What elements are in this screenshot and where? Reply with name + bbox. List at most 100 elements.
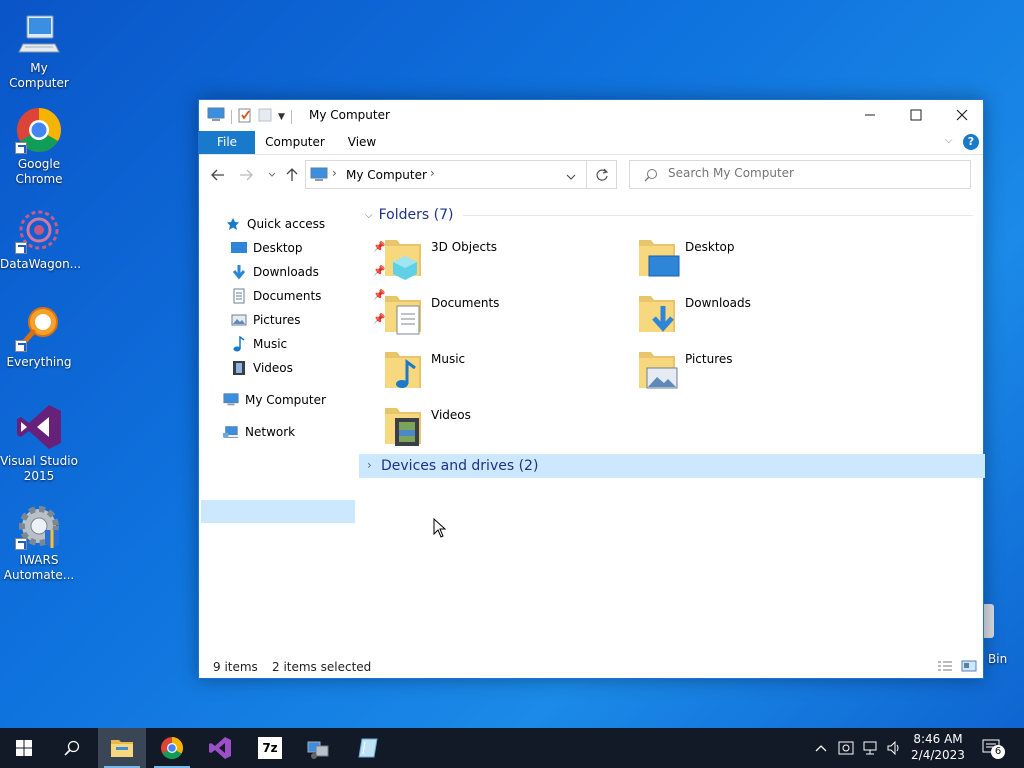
mouse-cursor-icon	[433, 517, 447, 541]
nav-item-label: Music	[253, 337, 288, 351]
desktop-icon-datawagon[interactable]: DataWagon...	[0, 206, 82, 272]
tab-file[interactable]: File	[199, 131, 255, 154]
desktop-icon-label: My Computer	[9, 61, 69, 90]
breadcrumb-chevron-icon[interactable]: ›	[332, 166, 337, 180]
folder-label: Videos	[431, 408, 471, 422]
folder-label: 3D Objects	[431, 240, 498, 254]
folder-downloads[interactable]: Downloads	[637, 292, 877, 342]
desktop-icon-google-chrome[interactable]: Google Chrome	[0, 106, 78, 187]
taskbar-file-explorer[interactable]	[98, 728, 146, 768]
taskbar-7zip[interactable]: 7z	[246, 728, 294, 768]
taskbar-chrome[interactable]	[148, 728, 196, 768]
computer-icon	[207, 107, 225, 126]
new-folder-icon[interactable]	[258, 107, 272, 126]
taskbar-app[interactable]	[344, 728, 392, 768]
address-bar[interactable]: › My Computer ›	[305, 160, 587, 189]
folder-videos[interactable]: Videos	[383, 404, 623, 454]
nav-item-desktop[interactable]: Desktop 📌	[231, 237, 385, 259]
folder-label: Desktop	[685, 240, 735, 254]
taskbar-clock[interactable]: 8:46 AM 2/4/2023	[906, 731, 970, 763]
taskbar-search-button[interactable]	[48, 728, 96, 768]
status-item-count: 9 items	[213, 660, 258, 674]
nav-item-my-computer[interactable]: My Computer	[223, 389, 326, 411]
up-arrow-icon[interactable]	[283, 166, 301, 184]
minimize-button[interactable]	[847, 100, 893, 130]
expand-ribbon-icon[interactable]: ⌵	[945, 135, 953, 146]
breadcrumb-chevron-icon[interactable]: ›	[430, 166, 435, 180]
start-button[interactable]	[0, 728, 48, 768]
3d-objects-folder-icon	[383, 236, 427, 280]
notifications-icon: 6	[982, 739, 1005, 759]
shortcut-arrow-icon	[15, 340, 27, 352]
folder-label: Documents	[431, 296, 500, 310]
tab-view[interactable]: View	[337, 131, 387, 154]
taskbar-network-tool[interactable]	[294, 728, 342, 768]
nav-item-downloads[interactable]: Downloads 📌	[231, 261, 385, 283]
large-icons-view-icon[interactable]	[961, 660, 977, 675]
desktop-icon-my-computer[interactable]: My Computer	[0, 10, 78, 91]
visual-studio-icon	[209, 737, 231, 759]
action-center-button[interactable]: 6	[982, 728, 1005, 768]
datawagon-icon	[15, 206, 63, 254]
refresh-button[interactable]	[587, 160, 617, 189]
nav-item-documents[interactable]: Documents 📌	[231, 285, 385, 307]
help-icon[interactable]: ?	[963, 134, 979, 150]
film-icon	[231, 360, 247, 376]
folder-desktop[interactable]: Desktop	[637, 236, 877, 286]
folder-label: Music	[431, 352, 466, 366]
network-tool-icon	[307, 741, 329, 759]
file-explorer-icon	[111, 740, 133, 757]
desktop-icon-label: DataWagon...	[0, 257, 82, 271]
download-arrow-icon	[231, 264, 247, 280]
nav-item-label: Quick access	[247, 217, 326, 231]
network-icon	[223, 424, 239, 440]
recent-locations-chevron-icon[interactable]	[263, 166, 281, 184]
nav-item-label: Desktop	[253, 241, 303, 255]
shortcut-arrow-icon	[15, 538, 27, 550]
nav-item-videos[interactable]: Videos	[231, 357, 293, 379]
taskbar-visual-studio[interactable]	[196, 728, 244, 768]
breadcrumb-location[interactable]: My Computer	[346, 168, 427, 182]
app-icon	[358, 738, 378, 758]
search-input[interactable]	[668, 166, 958, 180]
search-box[interactable]	[629, 160, 971, 189]
close-button[interactable]	[939, 100, 985, 130]
desktop-icon-iwars[interactable]: IWARS Automate...	[0, 502, 78, 583]
tray-security-icon[interactable]	[838, 728, 854, 768]
nav-item-quick-access[interactable]: Quick access	[225, 213, 325, 235]
group-header-devices-and-drives[interactable]: › Devices and drives (2)	[359, 454, 985, 478]
forward-arrow-icon[interactable]	[237, 166, 255, 184]
desktop-icon-visual-studio[interactable]: Visual Studio 2015	[0, 403, 78, 484]
desktop-icon-label: Visual Studio 2015	[0, 454, 78, 483]
clock-date: 2/4/2023	[911, 748, 965, 762]
address-row: › My Computer ›	[199, 160, 983, 190]
group-header-folders[interactable]: ⌵ Folders (7)	[359, 204, 979, 226]
back-arrow-icon[interactable]	[209, 166, 227, 184]
desktop-icon-everything[interactable]: Everything	[0, 304, 78, 370]
folder-documents[interactable]: Documents	[383, 292, 623, 342]
address-dropdown-chevron-icon[interactable]	[566, 170, 576, 184]
folder-music[interactable]: Music	[383, 348, 623, 398]
title-bar[interactable]: ▼ My Computer	[199, 100, 983, 130]
nav-item-music[interactable]: Music	[231, 333, 287, 355]
tray-volume-icon[interactable]	[886, 728, 902, 768]
group-title: Devices and drives (2)	[381, 458, 539, 474]
explorer-window: ▼ My Computer File Computer View ⌵ ? › M…	[198, 99, 985, 679]
picture-icon	[231, 312, 247, 328]
pictures-folder-icon	[637, 348, 681, 392]
chevron-down-icon[interactable]: ▼	[278, 112, 285, 122]
properties-icon[interactable]	[238, 107, 252, 126]
everything-search-icon	[15, 304, 63, 352]
maximize-button[interactable]	[893, 100, 939, 130]
show-hidden-icons-button[interactable]	[814, 728, 828, 768]
tab-computer[interactable]: Computer	[261, 131, 329, 154]
tray-network-icon[interactable]	[862, 728, 878, 768]
chevron-up-icon	[815, 745, 827, 752]
nav-item-network[interactable]: Network	[223, 421, 295, 443]
details-view-icon[interactable]	[937, 660, 953, 675]
folder-pictures[interactable]: Pictures	[637, 348, 877, 398]
windows-logo-icon	[16, 740, 32, 756]
folder-3d-objects[interactable]: 3D Objects	[383, 236, 623, 286]
nav-item-pictures[interactable]: Pictures 📌	[231, 309, 385, 331]
visual-studio-icon	[15, 403, 63, 451]
